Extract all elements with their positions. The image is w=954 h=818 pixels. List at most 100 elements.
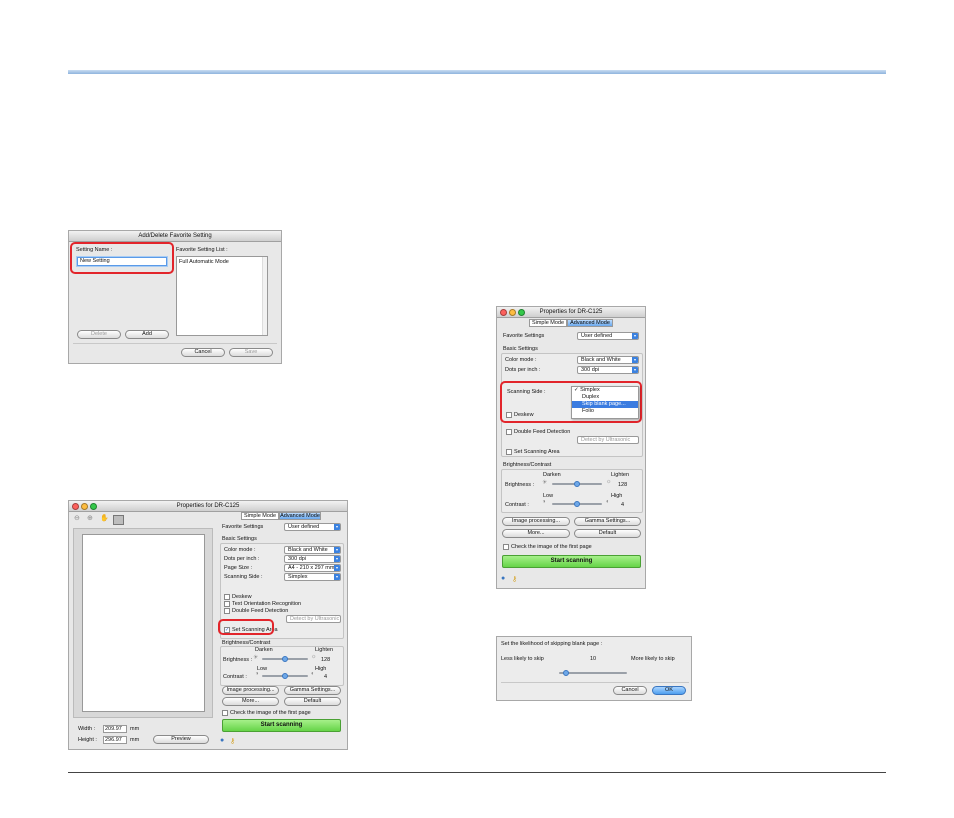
width-input[interactable]: 209.97 [103,725,127,733]
close-icon[interactable] [72,503,79,510]
scanning-side-dropdown[interactable]: ✓ Simplex Duplex Skip blank page... Foli… [571,386,639,419]
set-scanning-area-checkbox[interactable] [506,449,512,455]
key-icon[interactable]: ⚷ [512,575,517,583]
hand-icon[interactable]: ✋ [100,514,109,522]
check-first-page-label: Check the image of the first page [230,710,311,716]
preview-page[interactable] [82,534,205,712]
high-label: High [315,666,327,672]
tab-advanced-mode[interactable]: Advanced Mode [279,512,321,520]
scanning-side-value: Simplex [288,574,308,580]
tab-advanced-mode[interactable]: Advanced Mode [567,319,613,327]
dropdown-item-folio[interactable]: Folio [572,408,638,415]
page-size-label: Page Size : [224,565,253,571]
close-icon[interactable] [500,309,507,316]
properties-window-preview: Properties for DR-C125 ⊖ ⊕ ✋ Width : 209… [68,500,348,750]
less-likely-label: Less likely to skip [501,656,544,662]
chevron-down-icon: ▾ [334,524,340,530]
dpi-value: 300 dpi [288,556,307,562]
deskew-checkbox[interactable] [224,594,230,600]
image-processing-button[interactable]: Image processing... [222,686,279,695]
default-button[interactable]: Default [284,697,341,706]
start-scanning-button[interactable]: Start scanning [502,555,641,568]
skip-slider[interactable] [559,670,627,676]
basic-settings-heading: Basic Settings [222,536,257,542]
zoom-icon[interactable] [90,503,97,510]
skip-thumb[interactable] [563,670,569,676]
high-label: High [611,493,623,499]
tab-simple-mode[interactable]: Simple Mode [529,319,567,327]
list-item[interactable]: Full Automatic Mode [179,259,229,265]
contrast-slider[interactable] [552,501,602,507]
dropdown-item-simplex[interactable]: ✓ Simplex [572,387,638,394]
double-feed-label: Double Feed Detection [514,429,571,435]
add-button[interactable]: Add [125,330,169,339]
cancel-button[interactable]: Cancel [181,348,225,357]
sun-light-icon: ☼ [311,654,317,660]
favorite-list[interactable]: Full Automatic Mode [176,256,268,336]
basic-settings-heading: Basic Settings [503,346,538,352]
tab-simple-mode[interactable]: Simple Mode [241,512,279,520]
delete-button[interactable]: Delete [77,330,121,339]
select-area-icon[interactable] [113,515,124,525]
dpi-select[interactable]: 300 dpi ▾ [284,555,341,563]
color-mode-select[interactable]: Black and White ▾ [577,356,639,364]
double-feed-checkbox[interactable] [506,429,512,435]
height-label: Height : [78,737,97,743]
scanning-side-select[interactable]: Simplex ▾ [284,573,341,581]
text-orientation-checkbox[interactable] [224,601,230,607]
minimize-icon[interactable] [81,503,88,510]
image-processing-button[interactable]: Image processing... [502,517,570,526]
more-button[interactable]: More... [222,697,279,706]
contrast-slider[interactable] [262,673,308,679]
preview-button[interactable]: Preview [153,735,209,744]
zoom-icon[interactable] [518,309,525,316]
height-input[interactable]: 296.97 [103,736,127,744]
save-button[interactable]: Save [229,348,273,357]
favorite-settings-label: Favorite Settings [503,333,545,339]
brightness-thumb[interactable] [574,481,580,487]
sun-dark-icon: ☀ [542,480,548,486]
start-scanning-button[interactable]: Start scanning [222,719,341,732]
dpi-value: 300 dpi [581,367,600,373]
default-button[interactable]: Default [574,529,641,538]
dropdown-item-duplex[interactable]: Duplex [572,394,638,401]
contrast-low-icon: ◑ [542,499,546,505]
contrast-label: Contrast : [505,502,529,508]
ok-button[interactable]: OK [652,686,686,695]
contrast-thumb[interactable] [282,673,288,679]
detect-value: Detect by Ultrasonic [581,437,631,443]
favorite-settings-select[interactable]: User defined ▾ [577,332,639,340]
brightness-thumb[interactable] [282,656,288,662]
minimize-icon[interactable] [509,309,516,316]
gamma-settings-button[interactable]: Gamma Settings... [574,517,641,526]
contrast-thumb[interactable] [574,501,580,507]
gamma-settings-button[interactable]: Gamma Settings... [284,686,341,695]
page-size-select[interactable]: A4 - 210 x 297 mm ▾ [284,564,341,572]
dpi-select[interactable]: 300 dpi ▾ [577,366,639,374]
check-first-page-checkbox[interactable] [222,710,228,716]
darken-label: Darken [255,647,273,653]
key-icon[interactable]: ⚷ [230,737,235,745]
contrast-high-icon: ◐ [606,499,610,505]
skip-value: 10 [590,656,597,662]
brightness-slider[interactable] [262,656,308,662]
text-orientation-label: Text Orientation Recognition [232,601,302,607]
double-feed-checkbox[interactable] [224,608,230,614]
favorite-settings-select[interactable]: User defined ▾ [284,523,341,531]
brightness-slider[interactable] [552,481,602,487]
zoom-in-icon[interactable]: ⊕ [87,514,93,522]
check-first-page-checkbox[interactable] [503,544,509,550]
zoom-out-icon[interactable]: ⊖ [74,514,80,522]
cancel-button[interactable]: Cancel [613,686,647,695]
more-button[interactable]: More... [502,529,570,538]
list-scrollbar[interactable] [262,257,267,335]
detect-select[interactable]: Detect by Ultrasonic [286,615,341,623]
detect-select[interactable]: Detect by Ultrasonic [577,436,639,444]
dropdown-item-skip-blank[interactable]: Skip blank page... [572,401,638,408]
dpi-label: Dots per inch : [224,556,260,562]
help-icon[interactable]: ● [220,737,224,744]
color-mode-select[interactable]: Black and White ▾ [284,546,341,554]
help-icon[interactable]: ● [501,575,505,582]
window-title-text: Properties for DR-C125 [539,309,603,315]
footer-rule [68,772,886,773]
